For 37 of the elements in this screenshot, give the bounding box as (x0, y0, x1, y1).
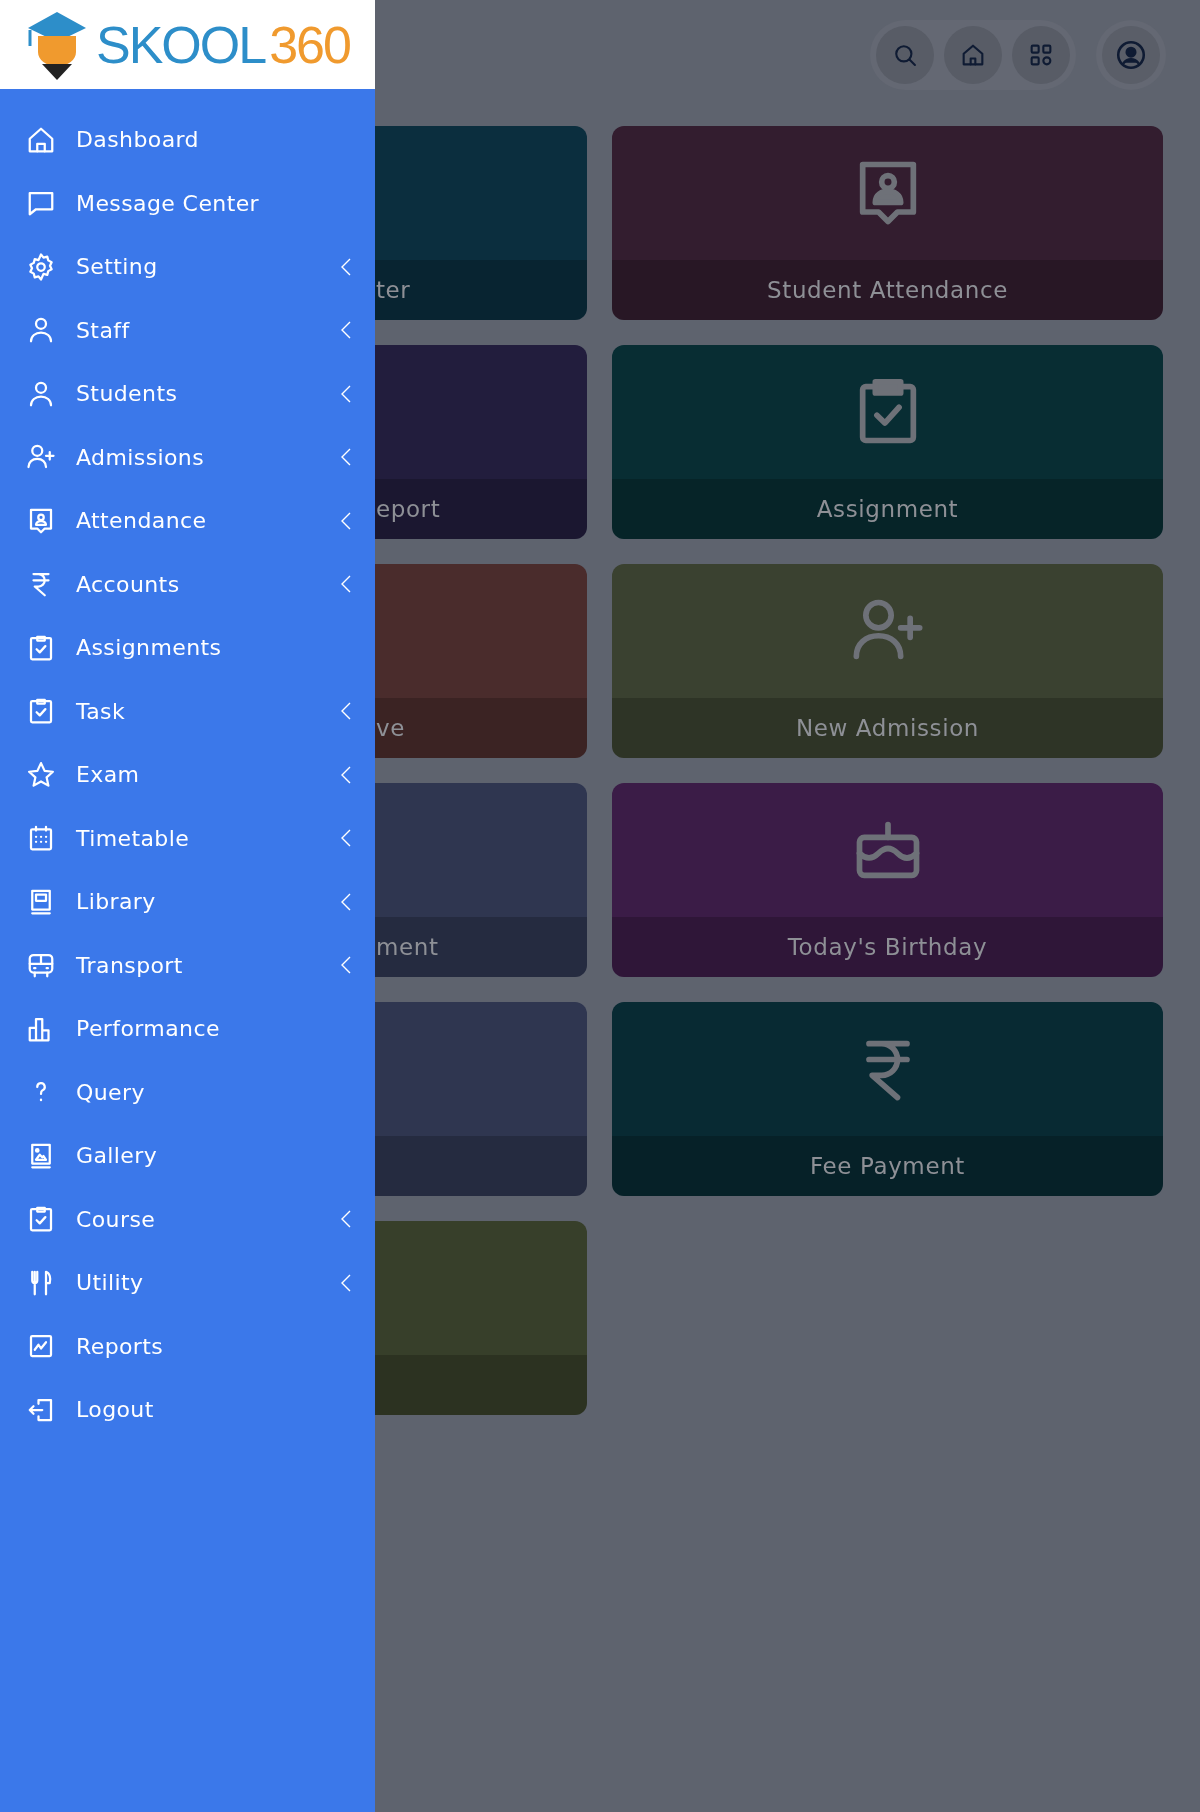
sidebar-item[interactable]: Course (0, 1187, 375, 1251)
dashboard-card[interactable]: Student Attendance (612, 126, 1163, 320)
sidebar-item[interactable]: Exam (0, 743, 375, 807)
dashboard-card[interactable]: ter (375, 126, 587, 320)
user-circle-icon (1114, 38, 1148, 72)
sidebar-item[interactable]: Timetable (0, 806, 375, 870)
dashboard-card[interactable]: Today's Birthday (612, 783, 1163, 977)
sidebar-item[interactable]: Setting (0, 235, 375, 299)
dashboard-card[interactable]: ment (375, 783, 587, 977)
sidebar-item[interactable]: Admissions (0, 425, 375, 489)
sidebar-item[interactable]: Query (0, 1060, 375, 1124)
dashboard-card[interactable]: Assignment (612, 345, 1163, 539)
dashboard-card[interactable]: Fee Payment (612, 1002, 1163, 1196)
sidebar-item[interactable]: Gallery (0, 1124, 375, 1188)
sidebar-item[interactable]: Library (0, 870, 375, 934)
sidebar-item[interactable]: Logout (0, 1378, 375, 1442)
sidebar-item[interactable]: Assignments (0, 616, 375, 680)
dashboard-card[interactable]: ve (375, 564, 587, 758)
dashboard-card[interactable]: eport (375, 345, 587, 539)
sidebar-item[interactable]: Students (0, 362, 375, 426)
sidebar-item[interactable]: Dashboard (0, 108, 375, 172)
logo-text: SKOOL (96, 14, 266, 75)
search-button[interactable] (876, 26, 934, 84)
dashboard-card[interactable]: New Admission (612, 564, 1163, 758)
sidebar-item[interactable]: Task (0, 679, 375, 743)
sidebar-item[interactable]: Utility (0, 1251, 375, 1315)
sidebar-item[interactable]: Transport (0, 933, 375, 997)
sidebar-item[interactable]: Staff (0, 298, 375, 362)
apps-button[interactable] (1012, 26, 1070, 84)
gear-icon (26, 251, 56, 282)
sidebar-item[interactable]: Accounts (0, 552, 375, 616)
logo-number: 360 (269, 14, 350, 75)
star-icon (26, 759, 56, 790)
sidebar-item[interactable]: Message Center (0, 171, 375, 235)
sidebar-item[interactable]: Performance (0, 997, 375, 1061)
sidebar-item[interactable]: Attendance (0, 489, 375, 553)
sidebar-item[interactable]: Reports (0, 1314, 375, 1378)
